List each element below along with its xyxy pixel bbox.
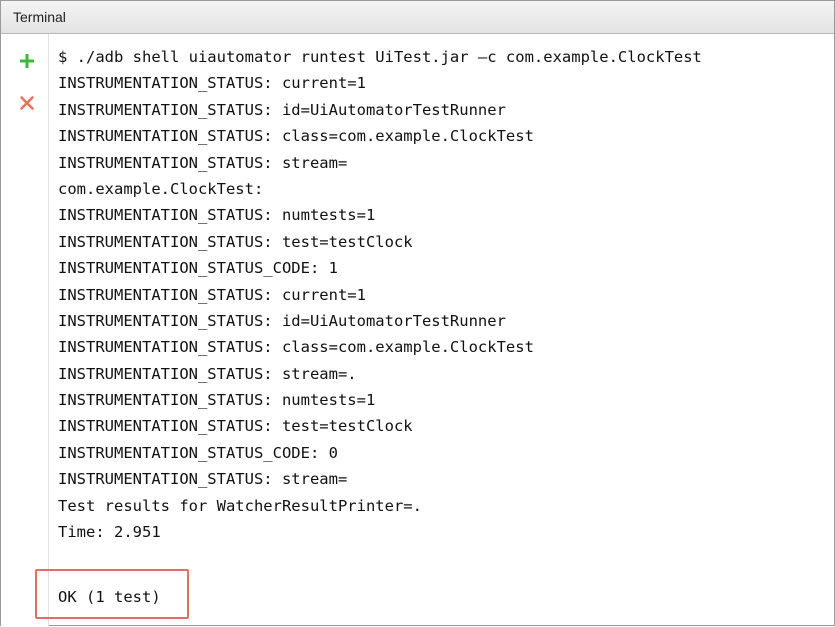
output-line: INSTRUMENTATION_STATUS: stream=.: [58, 364, 357, 383]
close-session-button[interactable]: [17, 93, 37, 113]
output-line: INSTRUMENTATION_STATUS_CODE: 0: [58, 443, 338, 462]
output-line: Test results for WatcherResultPrinter=.: [58, 496, 422, 515]
command-line: $ ./adb shell uiautomator runtest UiTest…: [58, 48, 702, 66]
new-session-button[interactable]: [17, 51, 37, 71]
output-line: INSTRUMENTATION_STATUS: current=1: [58, 285, 366, 304]
terminal-toolbar: [1, 34, 49, 627]
toolbar-divider: [48, 34, 49, 627]
output-line: INSTRUMENTATION_STATUS: class=com.exampl…: [58, 127, 534, 146]
plus-icon: [20, 54, 34, 68]
output-line: Time: 2.951: [58, 523, 161, 542]
output-line: INSTRUMENTATION_STATUS: current=1: [58, 74, 366, 93]
output-line: INSTRUMENTATION_STATUS: test=testClock: [58, 232, 413, 251]
output-line: INSTRUMENTATION_STATUS: id=UiAutomatorTe…: [58, 311, 506, 330]
output-line: INSTRUMENTATION_STATUS_CODE: 1: [58, 259, 338, 278]
output-line: INSTRUMENTATION_STATUS: stream=: [58, 470, 348, 489]
close-icon: [20, 96, 34, 110]
output-line: INSTRUMENTATION_STATUS: test=testClock: [58, 417, 413, 436]
output-line: INSTRUMENTATION_STATUS: class=com.exampl…: [58, 338, 534, 357]
terminal-output[interactable]: $ ./adb shell uiautomator runtest UiTest…: [58, 44, 828, 545]
terminal-panel: Terminal $ ./adb shell uiautomator runte…: [0, 0, 835, 627]
output-line: INSTRUMENTATION_STATUS: numtests=1: [58, 391, 376, 410]
terminal-title: Terminal: [13, 9, 66, 25]
output-line: INSTRUMENTATION_STATUS: stream=: [58, 153, 348, 172]
output-line: com.example.ClockTest:: [58, 179, 264, 198]
output-line: INSTRUMENTATION_STATUS: numtests=1: [58, 206, 376, 225]
terminal-title-bar: Terminal: [1, 1, 834, 34]
output-line: INSTRUMENTATION_STATUS: id=UiAutomatorTe…: [58, 100, 506, 119]
test-result-line: OK (1 test): [58, 588, 161, 606]
